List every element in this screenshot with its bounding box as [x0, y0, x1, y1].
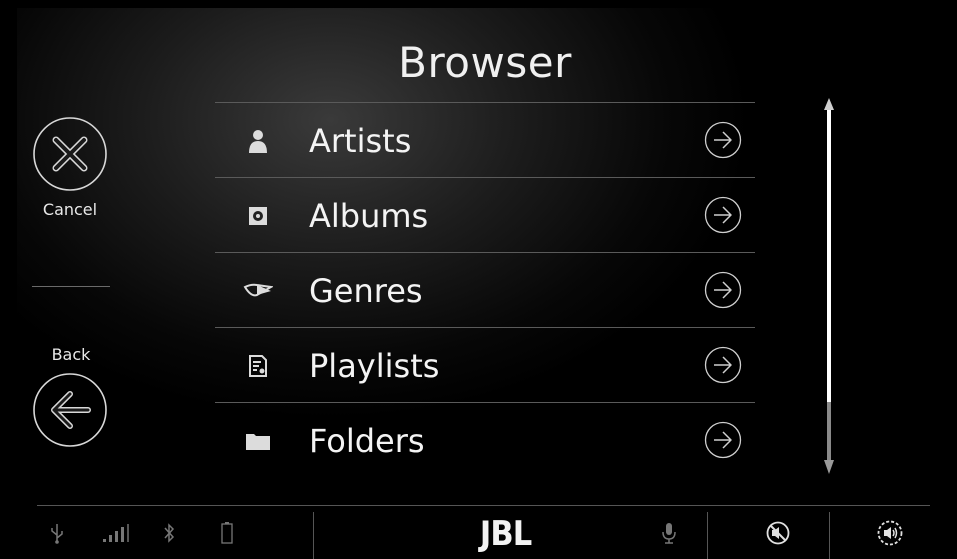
browser-list: Artists Albums Genres Playlists Folders — [215, 102, 755, 477]
sidebar-divider — [32, 286, 110, 287]
list-item-label: Playlists — [309, 347, 440, 385]
genre-horn-icon — [243, 279, 273, 303]
list-item-folders[interactable]: Folders — [215, 402, 755, 477]
brand-logo: JBL — [479, 514, 532, 554]
list-item-albums[interactable]: Albums — [215, 177, 755, 252]
status-divider — [707, 512, 708, 559]
person-icon — [243, 129, 273, 153]
list-item-label: Albums — [309, 197, 429, 235]
cancel-label: Cancel — [42, 200, 98, 219]
playlist-icon — [243, 354, 273, 378]
status-divider — [829, 512, 830, 559]
microphone-icon[interactable] — [659, 506, 679, 559]
back-label: Back — [51, 345, 91, 364]
arrow-right-icon — [704, 121, 742, 159]
bezel-top — [0, 0, 957, 8]
close-icon — [33, 117, 107, 191]
back-arrow-icon — [33, 373, 107, 447]
scrollbar-thumb[interactable] — [827, 110, 831, 402]
status-bar: JBL — [37, 505, 930, 559]
list-item-label: Folders — [309, 422, 425, 460]
arrow-right-icon — [704, 271, 742, 309]
mute-icon[interactable] — [763, 506, 793, 559]
scroll-up-arrow-icon[interactable] — [824, 98, 834, 110]
bezel-left — [0, 0, 17, 559]
arrow-right-icon — [704, 346, 742, 384]
page-title: Browser — [398, 38, 572, 87]
battery-icon — [217, 506, 237, 559]
status-divider — [313, 512, 314, 559]
scroll-down-arrow-icon[interactable] — [824, 460, 834, 474]
folder-icon — [243, 429, 273, 453]
list-item-genres[interactable]: Genres — [215, 252, 755, 327]
album-icon — [243, 204, 273, 228]
volume-icon[interactable] — [875, 506, 905, 559]
list-item-label: Artists — [309, 122, 412, 160]
bezel-right — [947, 0, 957, 559]
arrow-right-icon — [704, 196, 742, 234]
cancel-button[interactable] — [32, 116, 108, 192]
list-item-playlists[interactable]: Playlists — [215, 327, 755, 402]
back-button[interactable] — [32, 372, 108, 448]
usb-icon — [47, 506, 67, 559]
scrollbar[interactable] — [812, 96, 846, 476]
screen: Browser Cancel Back Artists Albums Genre… — [0, 0, 957, 559]
list-item-label: Genres — [309, 272, 423, 310]
signal-icon — [101, 506, 131, 559]
arrow-right-icon — [704, 421, 742, 459]
scrollbar-track — [827, 402, 831, 462]
list-item-artists[interactable]: Artists — [215, 102, 755, 177]
bluetooth-icon — [159, 506, 179, 559]
